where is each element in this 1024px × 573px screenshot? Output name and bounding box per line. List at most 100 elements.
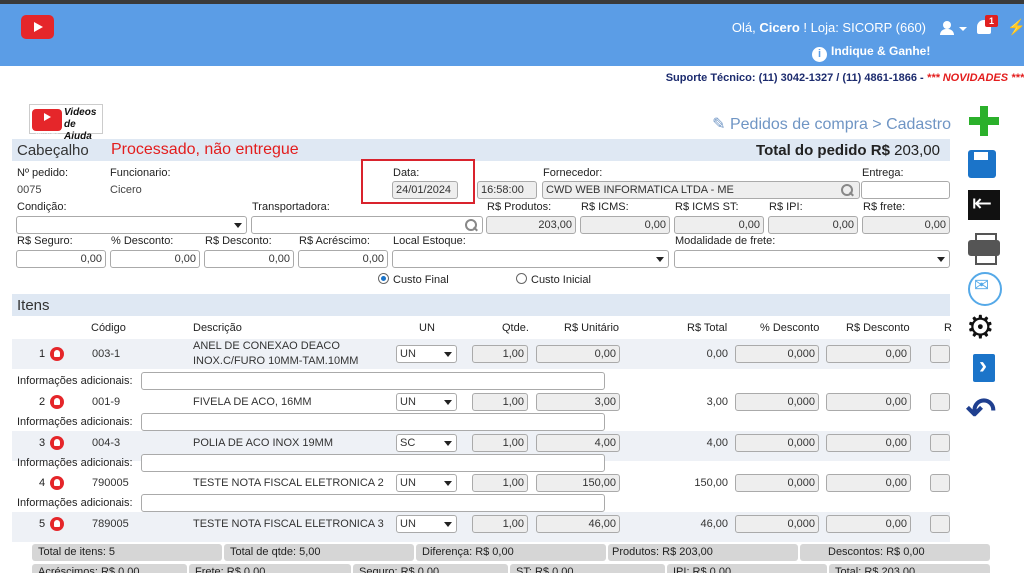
back-icon[interactable] — [964, 188, 1004, 222]
alert-icon[interactable] — [50, 476, 64, 490]
item-pdesconto-field[interactable]: 0,000 — [735, 434, 819, 452]
condicao-select[interactable] — [16, 216, 247, 234]
acrescimo-field[interactable]: 0,00 — [298, 250, 388, 268]
item-rdesconto-field[interactable]: 0,00 — [826, 345, 911, 363]
info-adicionais-field[interactable] — [141, 454, 605, 472]
item-qtde-field[interactable]: 1,00 — [472, 515, 528, 533]
col-codigo: Código — [91, 322, 126, 334]
item-extra-field[interactable] — [930, 345, 950, 363]
chevron-down-icon[interactable] — [959, 27, 967, 31]
novidades-link[interactable]: *** NOVIDADES *** — [927, 72, 1024, 84]
item-extra-field[interactable] — [930, 393, 950, 411]
col-unitario: R$ Unitário — [564, 322, 620, 334]
item-unitario-field[interactable]: 46,00 — [536, 515, 620, 533]
rdesconto-field[interactable]: 0,00 — [204, 250, 294, 268]
item-unitario-field[interactable]: 3,00 — [536, 393, 620, 411]
item-pdesconto-field[interactable]: 0,000 — [735, 393, 819, 411]
youtube-icon[interactable] — [21, 15, 54, 39]
mail-icon[interactable] — [964, 270, 1004, 306]
item-qtde-field[interactable]: 1,00 — [472, 474, 528, 492]
user-icon[interactable] — [940, 21, 954, 35]
item-extra-field[interactable] — [930, 515, 950, 533]
alert-icon[interactable] — [50, 517, 64, 531]
breadcrumb: ✎ Pedidos de compra > Cadastro — [712, 116, 951, 133]
item-rdesconto-field[interactable]: 0,00 — [826, 393, 911, 411]
info-adicionais-field[interactable] — [141, 372, 605, 390]
item-pdesconto-field[interactable]: 0,000 — [735, 345, 819, 363]
item-pdesconto-field[interactable]: 0,000 — [735, 515, 819, 533]
icms-label: R$ ICMS: — [581, 201, 629, 213]
item-unitario-field[interactable]: 4,00 — [536, 434, 620, 452]
item-rdesconto-field[interactable]: 0,00 — [826, 474, 911, 492]
transportadora-field[interactable] — [251, 216, 483, 234]
fornecedor-field[interactable]: CWD WEB INFORMATICA LTDA - ME — [542, 181, 860, 199]
item-total: 0,00 — [706, 348, 728, 360]
videos-de-ajuda-logo[interactable]: YouTube Videos de Ajuda — [29, 104, 103, 142]
custo-inicial-radio[interactable] — [516, 273, 527, 284]
top-bar: Olá, Cicero ! Loja: SICORP (660) 1 ⚡ i In… — [0, 4, 1024, 66]
produtos-field[interactable]: 203,00 — [486, 216, 576, 234]
icms-st-field[interactable]: 0,00 — [674, 216, 764, 234]
footer-descontos: Descontos: R$ 0,00 — [800, 544, 990, 561]
gear-icon[interactable] — [964, 308, 1004, 346]
item-rdesconto-field[interactable]: 0,00 — [826, 515, 911, 533]
item-unitario-field[interactable]: 150,00 — [536, 474, 620, 492]
save-icon[interactable] — [964, 146, 1004, 180]
alert-icon[interactable] — [50, 347, 64, 361]
indique-ganhe-link[interactable]: i Indique & Ganhe! — [812, 44, 930, 62]
col-pdesconto: % Desconto — [760, 322, 820, 334]
row-num: 1 — [39, 348, 46, 360]
pdesconto-field[interactable]: 0,00 — [110, 250, 200, 268]
col-qtde: Qtde. — [502, 322, 529, 334]
pdesconto-label: % Desconto: — [111, 235, 174, 247]
item-codigo: 001-9 — [92, 396, 121, 408]
undo-icon[interactable] — [964, 390, 1004, 432]
item-qtde-field[interactable]: 1,00 — [472, 345, 528, 363]
footer-ipi: IPI: R$ 0,00 — [667, 564, 827, 573]
item-extra-field[interactable] — [930, 474, 950, 492]
footer-st: ST: R$ 0,00 — [510, 564, 665, 573]
col-descricao: Descrição — [193, 322, 242, 334]
item-unitario-field[interactable]: 0,00 — [536, 345, 620, 363]
item-un-select[interactable]: UN — [396, 474, 457, 492]
status-text: Processado, não entregue — [111, 141, 299, 158]
script-icon[interactable] — [964, 352, 1004, 386]
hora-field[interactable]: 16:58:00 — [477, 181, 537, 199]
funcionario-label: Funcionario: — [110, 167, 171, 179]
modalidade-select[interactable] — [674, 250, 950, 268]
info-adicionais-field[interactable] — [141, 413, 605, 431]
estoque-select[interactable] — [392, 250, 669, 268]
bolt-icon[interactable]: ⚡ — [1007, 18, 1024, 36]
alert-icon[interactable] — [50, 436, 64, 450]
seguro-field[interactable]: 0,00 — [16, 250, 106, 268]
rdesconto-label: R$ Desconto: — [205, 235, 272, 247]
item-un-select[interactable]: UN — [396, 393, 457, 411]
custo-final-radio[interactable] — [378, 273, 389, 284]
info-adicionais-field[interactable] — [141, 494, 605, 512]
item-total: 150,00 — [694, 477, 728, 489]
produtos-label: R$ Produtos: — [487, 201, 552, 213]
item-extra-field[interactable] — [930, 434, 950, 452]
search-icon[interactable] — [465, 219, 477, 231]
item-descricao: TESTE NOTA FISCAL ELETRONICA 2 — [193, 477, 384, 489]
search-icon[interactable] — [841, 184, 853, 196]
modalidade-label: Modalidade de frete: — [675, 235, 776, 247]
frete-field[interactable]: 0,00 — [862, 216, 950, 234]
item-un-select[interactable]: UN — [396, 345, 457, 363]
pedido-value: 0075 — [17, 184, 42, 196]
info-icon: i — [812, 47, 827, 62]
ipi-label: R$ IPI: — [769, 201, 803, 213]
item-un-select[interactable]: SC — [396, 434, 457, 452]
item-qtde-field[interactable]: 1,00 — [472, 434, 528, 452]
item-rdesconto-field[interactable]: 0,00 — [826, 434, 911, 452]
alert-icon[interactable] — [50, 395, 64, 409]
add-icon[interactable] — [964, 104, 1004, 138]
greeting-prefix: Olá, — [731, 20, 756, 35]
icms-field[interactable]: 0,00 — [580, 216, 670, 234]
item-pdesconto-field[interactable]: 0,000 — [735, 474, 819, 492]
entrega-field[interactable] — [861, 181, 950, 199]
ipi-field[interactable]: 0,00 — [768, 216, 858, 234]
item-un-select[interactable]: UN — [396, 515, 457, 533]
item-qtde-field[interactable]: 1,00 — [472, 393, 528, 411]
printer-icon[interactable] — [964, 230, 1004, 265]
